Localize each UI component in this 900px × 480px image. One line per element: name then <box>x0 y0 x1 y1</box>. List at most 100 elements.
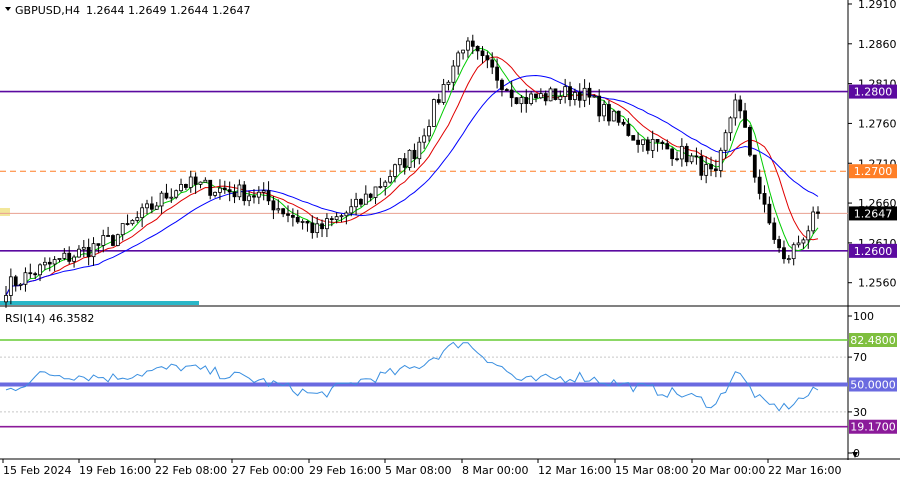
candle <box>446 80 451 91</box>
candle <box>198 181 203 189</box>
candle <box>149 196 154 214</box>
candle <box>670 147 675 166</box>
candle <box>767 196 772 225</box>
candle-body <box>86 246 91 258</box>
candle <box>485 51 490 69</box>
candle <box>266 181 271 206</box>
candle-body <box>538 93 543 99</box>
rsi-badge-2: 50.0000 <box>850 379 896 392</box>
candle-body <box>179 184 183 192</box>
candle <box>538 88 543 100</box>
candle-body <box>713 168 718 171</box>
candle <box>621 118 626 127</box>
candle <box>111 234 115 247</box>
candle-body <box>120 223 125 236</box>
moving-averages <box>5 47 819 296</box>
candle-body <box>101 235 106 246</box>
candle <box>412 143 417 168</box>
candle <box>140 203 145 228</box>
candle <box>208 179 213 200</box>
candle <box>641 139 645 152</box>
candle <box>524 89 529 113</box>
candle <box>393 163 397 183</box>
candle <box>495 58 499 89</box>
rsi-tick-label: 70 <box>853 351 867 364</box>
candle-body <box>198 181 203 185</box>
candle-body <box>626 123 631 136</box>
candle-body <box>23 272 28 285</box>
candle <box>752 154 757 183</box>
candle <box>106 226 111 237</box>
candle-body <box>188 176 193 188</box>
candle <box>179 178 183 193</box>
candle <box>436 93 441 105</box>
candle <box>728 116 733 141</box>
candle-body <box>422 135 427 143</box>
candle-body <box>694 155 699 158</box>
candle-body <box>407 149 412 168</box>
candle-body <box>325 218 329 230</box>
candle <box>72 254 76 268</box>
candle-body <box>72 256 76 262</box>
candle <box>388 169 393 184</box>
rsi-tick-label: 100 <box>853 310 874 323</box>
candle-body <box>597 95 602 117</box>
candle <box>383 180 388 196</box>
candle-body <box>782 247 786 260</box>
candle-body <box>276 208 281 211</box>
candle-body <box>811 211 816 232</box>
candle <box>743 102 747 128</box>
rsi-tick-label: 30 <box>853 406 867 419</box>
candle-body <box>232 191 237 198</box>
symbol-timeframe: GBPUSD,H4 <box>15 4 80 17</box>
candle-body <box>349 206 354 214</box>
candle-body <box>354 198 358 208</box>
candle-body <box>801 239 806 244</box>
candle <box>310 215 315 239</box>
candle-body <box>524 97 529 104</box>
candle-body <box>242 184 247 202</box>
candle-body <box>208 179 213 196</box>
candle-body <box>67 252 72 262</box>
candle-body <box>402 158 407 168</box>
candle-body <box>670 148 675 160</box>
candle <box>359 198 363 208</box>
candle-body <box>607 104 611 122</box>
candle <box>558 90 563 105</box>
candle <box>733 93 738 126</box>
candle <box>694 147 699 165</box>
x-tick-label: 20 Mar 00:00 <box>692 464 765 477</box>
candle <box>91 237 96 266</box>
ma-line-10 <box>5 56 819 296</box>
candle <box>665 139 670 150</box>
candle-body <box>290 214 295 218</box>
candle <box>791 242 796 266</box>
candle <box>782 240 786 264</box>
candle <box>422 128 427 149</box>
candle-body <box>300 221 305 223</box>
candle-body <box>456 52 461 67</box>
candle-body <box>33 273 38 276</box>
candle-body <box>553 88 558 100</box>
candle <box>373 186 378 205</box>
candle-body <box>743 110 747 128</box>
candle-body <box>568 86 572 100</box>
candle <box>811 206 816 234</box>
candle <box>738 95 743 119</box>
collapse-triangle-icon[interactable] <box>5 7 11 11</box>
candle-body <box>466 40 470 51</box>
candle-body <box>96 243 101 246</box>
candle-body <box>237 184 242 198</box>
candle <box>519 94 524 113</box>
candle <box>42 257 47 271</box>
candle-body <box>791 244 796 260</box>
candle <box>261 182 266 201</box>
candle-body <box>480 50 485 57</box>
candle-body <box>733 99 738 119</box>
candle <box>52 256 57 272</box>
candle <box>611 110 616 122</box>
candle <box>577 83 582 108</box>
candle-body <box>752 154 757 178</box>
level-badge-3: 1.2600 <box>854 245 893 258</box>
candle-body <box>548 88 553 102</box>
